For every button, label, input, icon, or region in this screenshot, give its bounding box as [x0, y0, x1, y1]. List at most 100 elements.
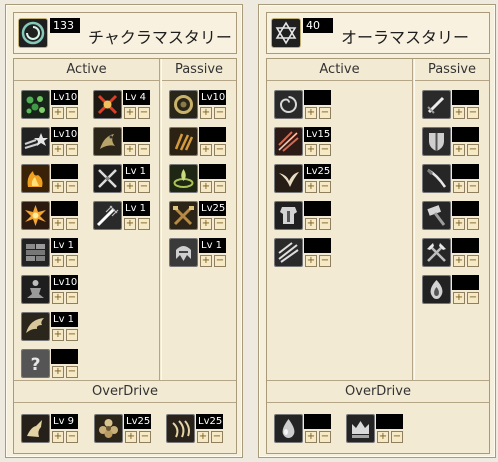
triple-slash-icon[interactable]: [274, 238, 303, 267]
skill-slot[interactable]: + −: [21, 164, 79, 196]
skill-slot[interactable]: Lv25 + −: [169, 201, 227, 233]
flower-burst-icon[interactable]: [94, 414, 123, 443]
skill-slot[interactable]: + −: [422, 127, 480, 159]
crossed-axes-icon[interactable]: [422, 238, 451, 267]
skill-slot[interactable]: Lv 1 + −: [21, 312, 79, 344]
skill-slot[interactable]: ? + −: [21, 349, 79, 381]
wing-icon[interactable]: [21, 312, 50, 341]
plus-button[interactable]: +: [52, 431, 64, 443]
meditation-icon[interactable]: [21, 275, 50, 304]
skill-slot[interactable]: + −: [169, 164, 227, 196]
minus-button[interactable]: −: [66, 255, 78, 267]
plus-button[interactable]: +: [124, 218, 136, 230]
minus-button[interactable]: −: [66, 144, 78, 156]
plus-button[interactable]: +: [52, 144, 64, 156]
plus-button[interactable]: +: [200, 255, 212, 267]
sword-flash-icon[interactable]: [93, 201, 122, 230]
skill-slot[interactable]: + −: [422, 275, 480, 307]
vortex-icon[interactable]: [274, 90, 303, 119]
minus-button[interactable]: −: [138, 144, 150, 156]
minus-button[interactable]: −: [319, 181, 331, 193]
hammer-icon[interactable]: [422, 201, 451, 230]
explosion-icon[interactable]: [21, 201, 50, 230]
plus-button[interactable]: +: [124, 107, 136, 119]
plus-button[interactable]: +: [197, 431, 209, 443]
crossed-blades-icon[interactable]: [93, 164, 122, 193]
sword-icon[interactable]: [422, 90, 451, 119]
plus-button[interactable]: +: [377, 431, 389, 443]
beast-kick-icon[interactable]: [21, 414, 50, 443]
minus-button[interactable]: −: [66, 329, 78, 341]
minus-button[interactable]: −: [66, 218, 78, 230]
skill-slot[interactable]: Lv 1 + −: [169, 238, 227, 270]
minus-button[interactable]: −: [214, 255, 226, 267]
dragon-claw-icon[interactable]: [93, 127, 122, 156]
minus-button[interactable]: −: [66, 431, 78, 443]
star-dash-icon[interactable]: [21, 127, 50, 156]
skill-slot[interactable]: Lv 4 + −: [93, 90, 151, 122]
helm-icon[interactable]: [169, 238, 198, 267]
green-orbs-icon[interactable]: [21, 90, 50, 119]
skill-slot[interactable]: + −: [422, 201, 480, 233]
plus-button[interactable]: +: [453, 107, 465, 119]
overdrive-slot[interactable]: + −: [346, 414, 404, 446]
skill-slot[interactable]: Lv 1 + −: [93, 164, 151, 196]
minus-button[interactable]: −: [214, 144, 226, 156]
plus-button[interactable]: +: [305, 181, 317, 193]
skill-slot[interactable]: Lv15 + −: [274, 127, 332, 159]
minus-button[interactable]: −: [211, 431, 223, 443]
overdrive-slot[interactable]: + −: [274, 414, 332, 446]
plus-button[interactable]: +: [200, 181, 212, 193]
plus-button[interactable]: +: [305, 255, 317, 267]
skill-slot[interactable]: + −: [422, 90, 480, 122]
minus-button[interactable]: −: [467, 255, 479, 267]
plus-button[interactable]: +: [52, 366, 64, 378]
plus-button[interactable]: +: [52, 292, 64, 304]
overdrive-slot[interactable]: Lv25 + −: [166, 414, 224, 446]
skill-slot[interactable]: + −: [169, 127, 227, 159]
gold-ring-icon[interactable]: [169, 90, 198, 119]
plus-button[interactable]: +: [200, 144, 212, 156]
minus-button[interactable]: −: [139, 431, 151, 443]
plus-button[interactable]: +: [124, 181, 136, 193]
skill-slot[interactable]: + −: [274, 201, 332, 233]
minus-button[interactable]: −: [319, 144, 331, 156]
skill-slot[interactable]: Lv10 + −: [21, 127, 79, 159]
skill-slot[interactable]: Lv 1 + −: [21, 238, 79, 270]
minus-button[interactable]: −: [467, 218, 479, 230]
droplet-icon[interactable]: [274, 414, 303, 443]
minus-button[interactable]: −: [214, 218, 226, 230]
minus-button[interactable]: −: [66, 181, 78, 193]
minus-button[interactable]: −: [66, 366, 78, 378]
minus-button[interactable]: −: [467, 144, 479, 156]
skill-slot[interactable]: Lv25 + −: [274, 164, 332, 196]
minus-button[interactable]: −: [138, 181, 150, 193]
skill-slot[interactable]: + −: [274, 238, 332, 270]
skill-slot[interactable]: Lv10 + −: [21, 90, 79, 122]
red-slash-icon[interactable]: [274, 127, 303, 156]
crown-icon[interactable]: [346, 414, 375, 443]
gold-claw-icon[interactable]: [169, 127, 198, 156]
plus-button[interactable]: +: [305, 218, 317, 230]
plus-button[interactable]: +: [453, 181, 465, 193]
claw-strike-icon[interactable]: [166, 414, 195, 443]
plus-button[interactable]: +: [453, 255, 465, 267]
overdrive-slot[interactable]: Lv25 + −: [94, 414, 152, 446]
red-x-star-icon[interactable]: [93, 90, 122, 119]
plus-button[interactable]: +: [453, 144, 465, 156]
minus-button[interactable]: −: [138, 218, 150, 230]
plus-button[interactable]: +: [453, 218, 465, 230]
skill-slot[interactable]: Lv 1 + −: [93, 201, 151, 233]
flame-icon[interactable]: [422, 275, 451, 304]
katana-icon[interactable]: [422, 164, 451, 193]
skill-slot[interactable]: Lv10 + −: [169, 90, 227, 122]
plus-button[interactable]: +: [52, 181, 64, 193]
plus-button[interactable]: +: [52, 218, 64, 230]
bird-icon[interactable]: [274, 164, 303, 193]
skill-slot[interactable]: + −: [422, 238, 480, 270]
minus-button[interactable]: −: [319, 107, 331, 119]
plus-button[interactable]: +: [125, 431, 137, 443]
overdrive-slot[interactable]: Lv 9 + −: [21, 414, 79, 446]
minus-button[interactable]: −: [138, 107, 150, 119]
skill-slot[interactable]: + −: [422, 164, 480, 196]
